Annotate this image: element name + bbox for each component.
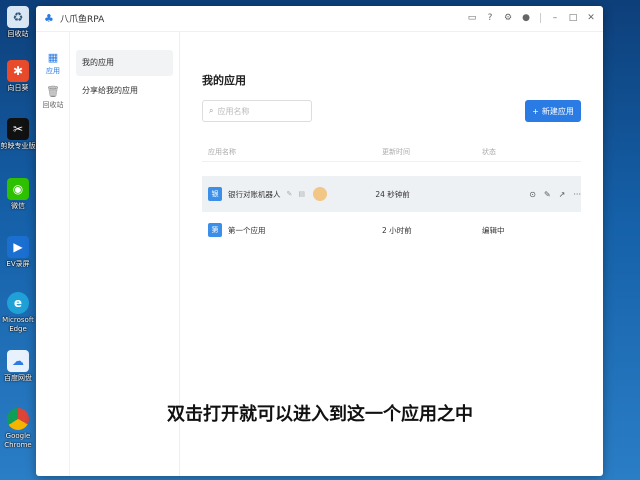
desktop-icon-label: 向日葵 [7,84,29,92]
new-app-button-label: 新建应用 [541,106,574,116]
search-box[interactable]: ⌕ [202,100,312,122]
edit-pencil-icon[interactable]: ✎ [287,190,293,198]
desktop-icon-ev-recorder[interactable]: ▶ EV录屏 [0,236,36,269]
plus-icon: + [532,106,539,116]
desktop-icon-wechat[interactable]: ◉ 微信 [0,178,36,211]
new-app-button[interactable]: + 新建应用 [525,100,581,122]
minimize-icon[interactable]: – [549,12,561,24]
edit-icon[interactable]: ✎ [544,190,551,199]
title-bar-controls: ▭ ? ⚙ ● – □ ✕ [466,12,597,24]
rail-item-label: 应用 [46,67,60,75]
run-icon[interactable]: ⊙ [529,190,536,199]
open-external-icon[interactable]: ↗ [559,190,566,199]
rail-item-trash[interactable]: 🗑 回收站 [36,86,70,110]
edge-icon: e [7,292,29,314]
search-icon: ⌕ [209,106,214,115]
desktop-icon-label: EV录屏 [6,260,30,268]
desktop-icon-label: Microsoft Edge [2,316,34,333]
settings-gear-icon[interactable]: ⚙ [502,12,514,24]
ev-recorder-icon: ▶ [7,236,29,258]
rail-item-label: 回收站 [42,101,64,109]
column-header-status: 状态 [482,147,496,156]
desktop-icon-edge[interactable]: e Microsoft Edge [0,292,36,334]
table-header: 应用名称 更新时间 状态 [202,142,581,162]
help-icon[interactable]: ? [484,12,496,24]
app-avatar: 第 [208,223,222,237]
app-name-cell: 银 银行对账机器人 ✎ ▤ [202,187,375,201]
row-actions: ⊙ ✎ ↗ ··· [529,190,581,199]
search-input[interactable] [217,106,303,116]
octopus-logo-icon: ♣ [44,11,54,25]
maximize-icon[interactable]: □ [567,12,579,24]
app-avatar: 银 [208,187,222,201]
subnav-item-my-apps[interactable]: 我的应用 [76,50,173,76]
document-icon[interactable]: ▤ [298,190,305,198]
app-status: 编辑中 [482,225,505,235]
apps-grid-icon: ▦ [47,51,59,64]
desktop-icon-label: Google Chrome [4,432,32,449]
column-header-name: 应用名称 [208,147,236,156]
message-icon[interactable]: ▭ [466,12,478,24]
rail-item-apps[interactable]: ▦ 应用 [36,52,70,76]
app-name[interactable]: 第一个应用 [228,225,266,236]
desktop-icon-label: 剪映专业版 [0,142,36,150]
app-name[interactable]: 银行对账机器人 [228,189,281,200]
app-title: 八爪鱼RPA [60,15,105,25]
app-updated-time: 24 秒钟前 [375,189,410,199]
subnav-item-shared-apps[interactable]: 分享给我的应用 [76,78,173,104]
app-updated-time: 2 小时前 [382,225,412,235]
desktop-icon-label: 百度网盘 [4,374,32,382]
desktop-icon-label: 回收站 [7,30,29,38]
close-icon[interactable]: ✕ [585,12,597,24]
table-row[interactable]: 第 第一个应用 2 小时前 编辑中 [202,212,581,248]
desktop-icon-baidu-netdisk[interactable]: ☁ 百度网盘 [0,350,36,383]
desktop-icon-sunflower[interactable]: ✱ 向日葵 [0,60,36,93]
column-header-updated: 更新时间 [382,147,410,156]
title-bar: ♣ 八爪鱼RPA ▭ ? ⚙ ● – □ ✕ [36,6,603,32]
desktop-icon-capcut[interactable]: ✂ 剪映专业版 [0,118,36,151]
trash-icon: 🗑 [46,85,60,98]
baidu-netdisk-icon: ☁ [7,350,29,372]
title-bar-divider [540,13,541,23]
wechat-icon: ◉ [7,178,29,200]
apps-table: 应用名称 更新时间 状态 银 银行对账机器人 ✎ ▤ 24 秒钟前 ⊙ ✎ ↗ … [202,142,581,248]
more-options-icon[interactable]: ··· [573,190,581,199]
table-row[interactable]: 银 银行对账机器人 ✎ ▤ 24 秒钟前 ⊙ ✎ ↗ ··· [202,176,581,212]
mouse-cursor-highlight [313,187,327,201]
page-title: 我的应用 [202,74,246,87]
app-name-cell: 第 第一个应用 [202,223,382,237]
user-avatar-icon[interactable]: ● [520,12,532,24]
desktop-icon-recycle-bin[interactable]: ♻ 回收站 [0,6,36,39]
desktop-icon-label: 微信 [11,202,25,210]
recycle-bin-icon: ♻ [7,6,29,28]
sunflower-icon: ✱ [7,60,29,82]
capcut-icon: ✂ [7,118,29,140]
video-subtitle: 双击打开就可以进入到这一个应用之中 [167,404,473,425]
